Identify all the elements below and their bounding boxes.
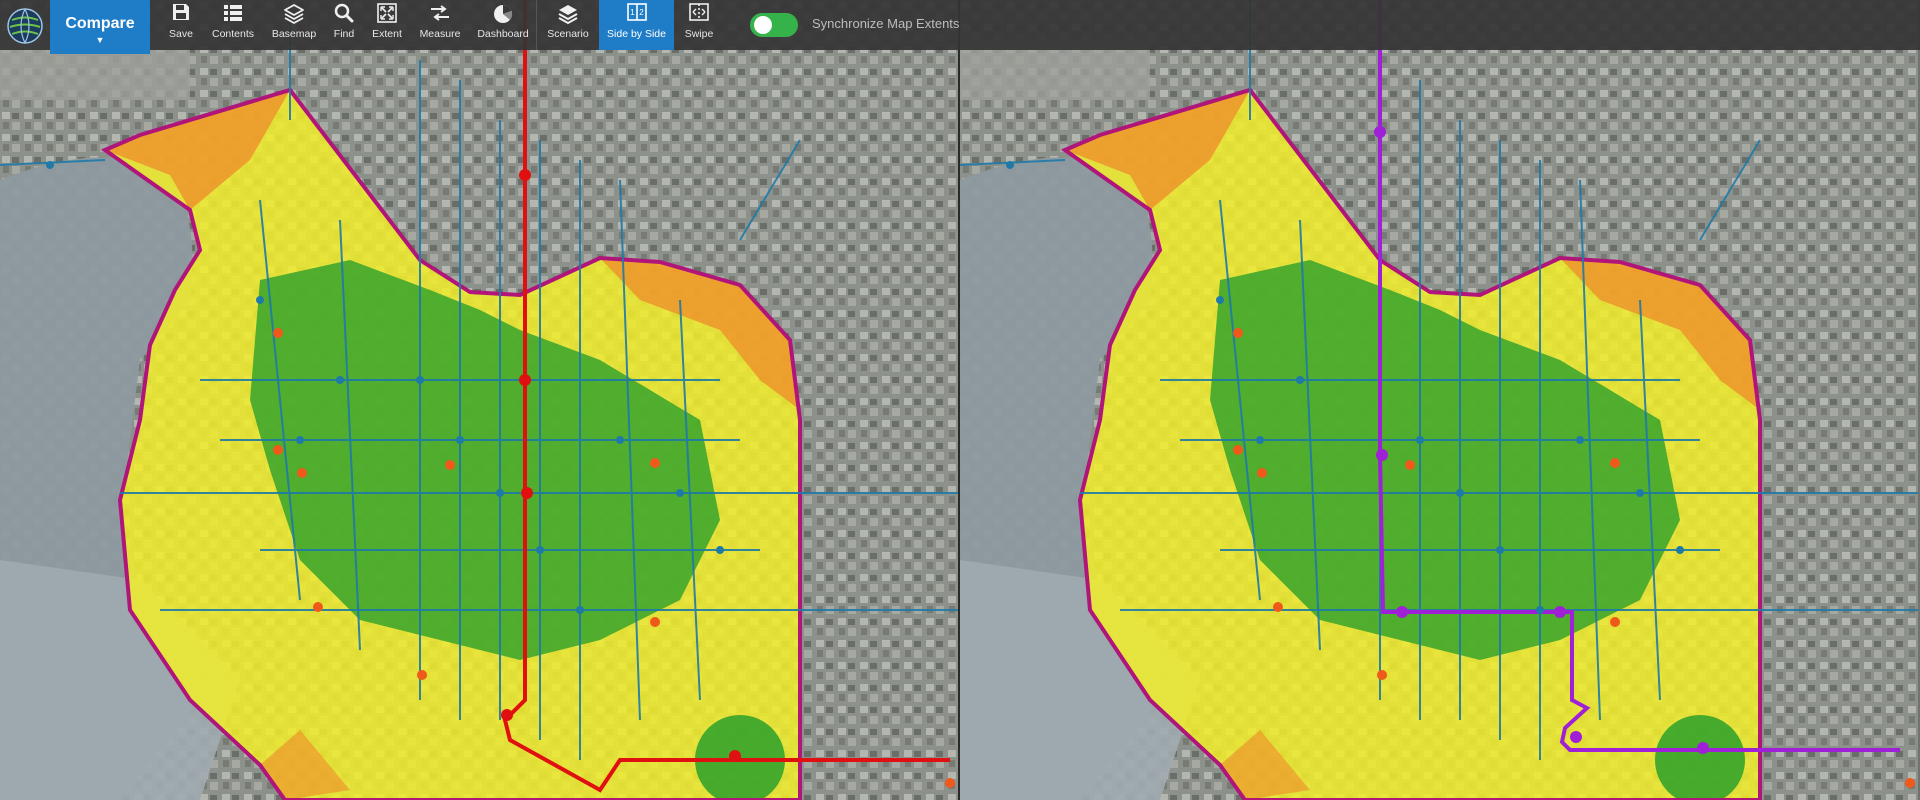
right-map[interactable]	[960, 0, 1918, 800]
extent-label: Extent	[372, 28, 402, 40]
scenario-button[interactable]: Scenario	[544, 0, 592, 50]
chevron-down-icon: ▼	[95, 35, 105, 45]
swipe-label: Swipe	[684, 28, 714, 40]
find-label: Find	[333, 28, 355, 40]
sync-label: Synchronize Map Extents	[812, 16, 960, 31]
toolbar: Compare ▼ Save Contents Basemap Find Ext…	[0, 0, 1920, 54]
side-by-side-button[interactable]: 12 Side by Side	[599, 0, 674, 50]
side-by-side-label: Side by Side	[607, 28, 666, 40]
save-label: Save	[169, 28, 193, 40]
right-map-canvas[interactable]	[960, 0, 1918, 800]
floppy-disk-icon	[173, 4, 189, 20]
basemap-label: Basemap	[271, 28, 317, 40]
side-by-side-icon: 12	[626, 3, 647, 21]
contents-label: Contents	[211, 28, 255, 40]
measure-label: Measure	[419, 28, 461, 40]
extent-icon	[377, 3, 397, 23]
measure-button[interactable]: Measure	[416, 0, 464, 50]
dashboard-button[interactable]: Dashboard	[476, 0, 530, 50]
dashboard-label: Dashboard	[477, 28, 529, 40]
svg-text:1: 1	[630, 8, 635, 17]
swipe-icon	[689, 3, 709, 21]
list-icon	[224, 5, 242, 21]
toggle-knob	[754, 16, 772, 34]
left-map[interactable]	[0, 0, 958, 800]
basemap-button[interactable]: Basemap	[270, 0, 318, 50]
scenario-label: Scenario	[547, 28, 589, 40]
map-divider	[958, 0, 960, 800]
stack-icon	[558, 5, 578, 25]
compare-button[interactable]: Compare ▼	[50, 0, 150, 54]
contents-button[interactable]: Contents	[208, 0, 258, 50]
layers-icon	[284, 4, 304, 24]
compare-button-label: Compare	[65, 15, 135, 32]
svg-text:2: 2	[639, 8, 644, 17]
ruler-icon	[431, 5, 449, 21]
globe-logo-icon	[7, 8, 43, 44]
pie-chart-icon	[494, 4, 513, 23]
left-map-canvas[interactable]	[0, 0, 958, 800]
toolbar-divider	[536, 0, 537, 50]
find-button[interactable]: Find	[330, 0, 358, 50]
swipe-button[interactable]: Swipe	[682, 0, 716, 50]
extent-button[interactable]: Extent	[370, 0, 404, 50]
magnifier-icon	[334, 3, 354, 23]
save-button[interactable]: Save	[166, 0, 196, 50]
sync-toggle[interactable]	[750, 13, 798, 37]
